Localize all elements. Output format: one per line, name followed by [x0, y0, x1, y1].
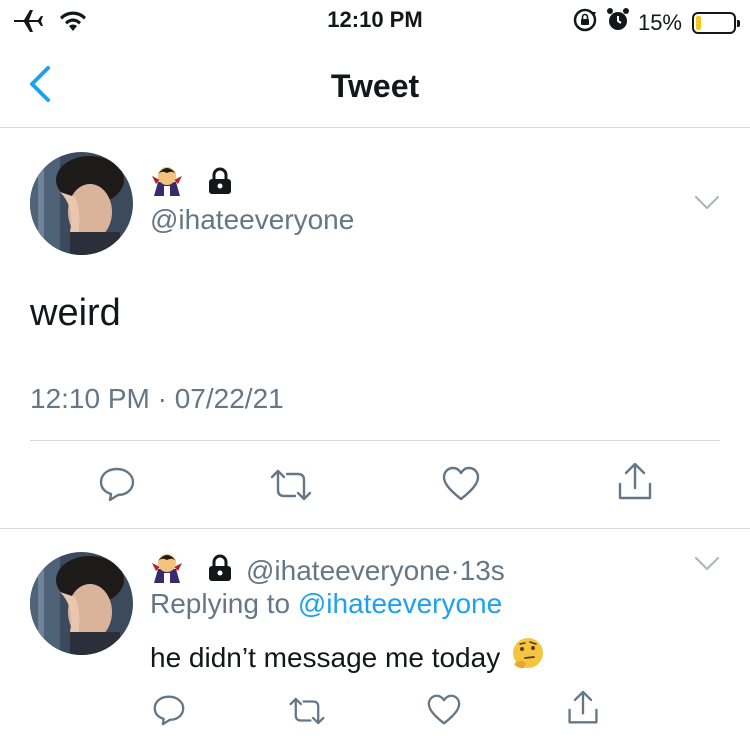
- divider: [0, 528, 750, 529]
- reply-button[interactable]: [152, 694, 186, 731]
- reply-text-row: he didn’t message me today: [150, 636, 546, 679]
- battery-percent: 15%: [637, 9, 682, 35]
- author-name-row[interactable]: [150, 164, 234, 203]
- retweet-button[interactable]: [269, 468, 313, 507]
- separator-dot: ·: [450, 554, 460, 586]
- lock-icon: [206, 553, 234, 588]
- vampire-emoji: [150, 551, 184, 590]
- tweet-options-button[interactable]: [694, 195, 720, 211]
- share-icon: [568, 690, 598, 724]
- retweet-button[interactable]: [288, 696, 326, 731]
- avatar[interactable]: [30, 552, 133, 655]
- share-button[interactable]: [616, 462, 654, 507]
- status-right: 15%: [572, 7, 740, 38]
- avatar[interactable]: [30, 152, 133, 255]
- replying-prefix: Replying to: [150, 588, 291, 619]
- retweet-icon: [289, 697, 325, 725]
- share-button[interactable]: [566, 690, 600, 731]
- reply-author-handle[interactable]: @ihateeveryone: [246, 555, 450, 586]
- reply-meta: @ihateeveryone·13s: [246, 555, 505, 587]
- reply-icon: [153, 695, 185, 726]
- reply-text: he didn’t message me today: [150, 641, 501, 673]
- reply-age: 13s: [459, 554, 505, 586]
- orientation-lock-icon: [572, 7, 598, 38]
- like-button[interactable]: [427, 694, 461, 731]
- battery-icon: [692, 11, 740, 34]
- retweet-icon: [270, 469, 312, 501]
- tweet-text: weird: [30, 292, 121, 334]
- chevron-down-icon: [694, 195, 720, 210]
- tweet-timestamp: 12:10 PM · 07/22/21: [30, 383, 284, 414]
- like-icon: [442, 466, 480, 501]
- replying-to: Replying to @ihateeveryone: [150, 588, 502, 620]
- battery-fill: [696, 15, 701, 30]
- chevron-down-icon: [694, 556, 720, 571]
- status-bar: 12:10 PM 15%: [0, 0, 750, 40]
- reply-header-row[interactable]: @ihateeveryone·13s: [150, 551, 505, 590]
- share-icon: [618, 462, 652, 500]
- divider: [30, 440, 720, 441]
- alarm-icon: [606, 7, 630, 38]
- replying-to-link[interactable]: @ihateeveryone: [298, 588, 502, 619]
- like-icon: [427, 694, 461, 725]
- vampire-emoji: [150, 164, 184, 203]
- lock-icon: [206, 166, 234, 201]
- author-handle[interactable]: @ihateeveryone: [150, 204, 354, 236]
- like-button[interactable]: [442, 466, 480, 507]
- reply-icon: [99, 467, 135, 502]
- reply-button[interactable]: [98, 466, 136, 507]
- page-title: Tweet: [330, 68, 420, 104]
- thinking-face-emoji: [510, 636, 546, 679]
- nav-bar: Tweet: [0, 48, 750, 128]
- reply-options-button[interactable]: [694, 556, 720, 572]
